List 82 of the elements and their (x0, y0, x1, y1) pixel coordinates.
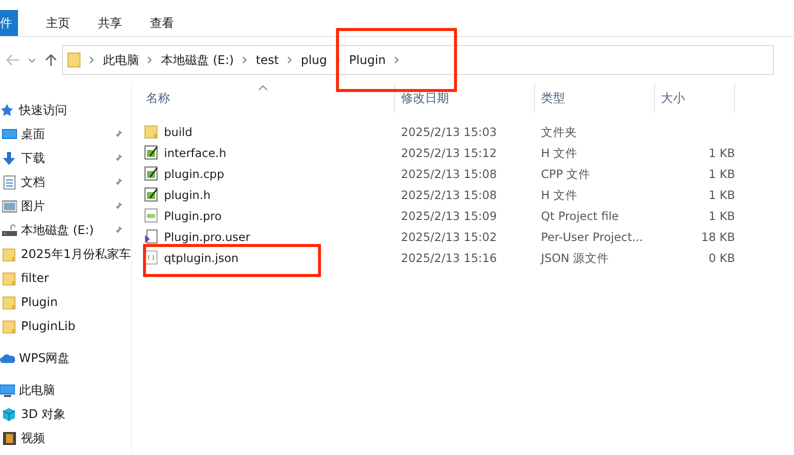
type-cell-text: Qt Project file (540, 208, 620, 222)
file-tab[interactable]: 件 (0, 10, 18, 36)
file-name[interactable]: plugin.h (164, 188, 211, 202)
folder-icon (2, 294, 17, 310)
project-file-icon (144, 208, 159, 223)
user-file-icon (144, 229, 159, 244)
sidebar-item[interactable]: WPS网盘 (0, 346, 131, 370)
column-header[interactable]: 修改日期 (395, 83, 535, 113)
sidebar-item[interactable]: Plugin (0, 290, 131, 314)
chevron-icon (394, 56, 400, 64)
json-file-icon (144, 250, 159, 265)
sidebar-item[interactable]: 图片 (0, 194, 131, 218)
sidebar-item[interactable]: 3D 对象 (0, 402, 131, 426)
size-cell-text: 18 KB (700, 230, 735, 244)
ribbon-tab[interactable]: 查看 (136, 10, 188, 36)
date-cell-text: 2025/2/13 15:12 (400, 146, 498, 160)
file-name[interactable]: interface.h (164, 146, 226, 160)
chevron-icon (147, 56, 153, 64)
folder-icon (2, 270, 17, 286)
file-name[interactable]: qtplugin.json (164, 250, 239, 264)
code-file-icon (144, 187, 159, 202)
breadcrumb[interactable]: 本地磁盘 (E:) (161, 52, 234, 68)
breadcrumb[interactable]: 此电脑 (103, 52, 139, 68)
breadcrumb[interactable]: plug (300, 53, 328, 67)
date-cell-text: 2025/2/13 15:09 (400, 208, 498, 222)
file-name[interactable]: build (164, 124, 192, 138)
download-icon (2, 150, 17, 166)
column-header[interactable]: 类型 (535, 83, 655, 113)
date-cell-text: 2025/2/13 15:16 (400, 250, 498, 264)
desktop-icon (2, 126, 17, 142)
sidebar-item[interactable]: PluginLib (0, 314, 131, 338)
computer-icon (0, 382, 15, 398)
sidebar-item[interactable]: 此电脑 (0, 378, 131, 402)
video-icon (2, 430, 17, 446)
back-icon[interactable] (6, 54, 20, 66)
type-cell-text: H 文件 (540, 146, 578, 160)
sidebar-item[interactable]: 桌面 (0, 122, 131, 146)
star-icon (0, 102, 15, 118)
sidebar-item[interactable]: 本地磁盘 (E:) (0, 218, 131, 242)
size-cell-text: 0 KB (708, 250, 735, 264)
folder-icon (144, 124, 159, 139)
picture-icon (2, 198, 17, 214)
folder-icon (67, 52, 81, 68)
sidebar-item[interactable]: 2025年1月份私家车 (0, 242, 131, 266)
sidebar-item[interactable]: 下载 (0, 146, 131, 170)
ribbon-tab[interactable]: 共享 (84, 10, 136, 36)
size-cell-text: 1 KB (708, 208, 735, 222)
sidebar-item[interactable]: filter (0, 266, 131, 290)
date-cell-text: 2025/2/13 15:08 (400, 188, 498, 202)
file-name[interactable]: Plugin.pro.user (164, 230, 250, 244)
sidebar-item[interactable]: 文档 (0, 170, 131, 194)
folder-icon (2, 318, 17, 334)
drive-icon (2, 222, 17, 238)
up-icon[interactable] (44, 53, 58, 67)
address-bar[interactable]: 此电脑 本地磁盘 (E:) test plug Plugin (62, 45, 774, 75)
sidebar-item[interactable]: 视频 (0, 426, 131, 450)
ribbon-tab[interactable]: 主页 (32, 10, 84, 36)
column-header[interactable]: 大小 (655, 83, 735, 113)
folder-icon (2, 246, 17, 262)
date-cell-text: 2025/2/13 15:08 (400, 166, 498, 180)
chevron-icon (286, 56, 293, 64)
file-name[interactable]: plugin.cpp (164, 166, 224, 180)
cube-icon (2, 406, 17, 422)
column-header[interactable]: 名称 (140, 83, 395, 113)
type-cell-text: 文件夹 (540, 124, 578, 138)
breadcrumb[interactable]: test (256, 53, 279, 67)
chevron-icon (89, 56, 95, 64)
size-cell-text: 1 KB (708, 146, 735, 160)
type-cell-text: H 文件 (540, 188, 578, 202)
size-cell-text: 1 KB (708, 188, 735, 202)
breadcrumb[interactable]: Plugin (349, 53, 386, 67)
code-file-icon (144, 166, 159, 181)
file-name[interactable]: Plugin.pro (164, 208, 222, 222)
sidebar-item[interactable]: 快速访问 (0, 98, 131, 122)
type-cell-text: JSON 源文件 (539, 250, 610, 264)
type-cell-text: Per-User Project... (540, 230, 644, 244)
size-cell-text: 1 KB (708, 166, 735, 180)
chevron-icon (242, 56, 248, 64)
code-file-icon (144, 145, 159, 160)
date-cell-text: 2025/2/13 15:03 (400, 124, 498, 138)
date-cell-text: 2025/2/13 15:02 (400, 230, 498, 244)
type-cell-text: CPP 文件 (540, 166, 592, 180)
